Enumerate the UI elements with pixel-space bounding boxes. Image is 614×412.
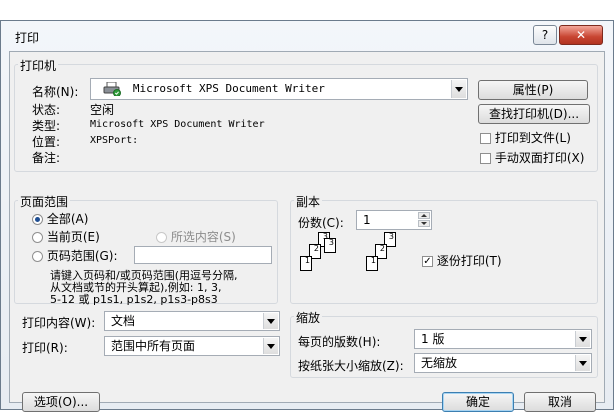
title-bar: 打印 ? ✕ [1, 21, 613, 51]
copies-uncollated-icon: 3 2 1 3 [300, 232, 344, 282]
status-value: 空闲 [90, 103, 115, 117]
where-label: 位置: [32, 135, 61, 149]
manual-duplex-label: 手动双面打印(X) [494, 151, 585, 165]
copies-count-label: 份数(C): [298, 216, 344, 230]
chevron-down-icon[interactable] [263, 338, 278, 354]
radio-button[interactable] [32, 251, 43, 262]
copies-count-input[interactable]: 1 [356, 210, 432, 230]
dialog-title: 打印 [15, 31, 40, 45]
status-label: 状态: [32, 103, 61, 117]
help-button[interactable]: ? [533, 25, 557, 45]
page-range-selection-radio[interactable]: 所选内容(S) [156, 228, 236, 245]
page-range-current-radio[interactable]: 当前页(E) [32, 228, 100, 245]
print-label: 打印(R): [22, 341, 68, 355]
pages-per-sheet-value: 1 版 [421, 332, 445, 346]
page-range-current-label: 当前页(E) [46, 230, 100, 244]
printer-name-label: 名称(N): [32, 85, 79, 99]
radio-button[interactable] [156, 232, 167, 243]
printer-group-label: 打印机 [18, 57, 59, 74]
zoom-group-label: 缩放 [294, 309, 323, 326]
page-range-pages-radio[interactable]: 页码范围(G): [32, 247, 118, 264]
radio-button[interactable] [32, 214, 43, 225]
checkmark-icon[interactable]: ✓ [422, 256, 433, 267]
printer-name-combo[interactable]: Microsoft XPS Document Writer [90, 78, 468, 100]
print-to-file-label: 打印到文件(L) [494, 131, 571, 145]
page-range-pages-label: 页码范围(G): [46, 249, 118, 263]
collate-label: 逐份打印(T) [436, 254, 502, 268]
copies-group-label: 副本 [294, 193, 323, 210]
page-range-input[interactable] [134, 246, 272, 264]
chevron-down-icon[interactable] [575, 355, 590, 371]
print-to-file-checkbox[interactable]: 打印到文件(L) [480, 129, 571, 146]
comment-label: 备注: [32, 151, 61, 165]
chevron-down-icon[interactable] [575, 331, 590, 347]
page-icon: 3 [324, 238, 336, 253]
page-icon: 1 [366, 256, 378, 271]
dialog-client: 打印机 名称(N): Microsoft XPS Document Writer… [9, 51, 605, 412]
print-what-value: 文档 [111, 314, 136, 328]
options-button[interactable]: 选项(O)... [22, 392, 100, 412]
print-what-label: 打印内容(W): [22, 316, 96, 330]
page-range-all-radio[interactable]: 全部(A) [32, 210, 88, 227]
printer-name-value: Microsoft XPS Document Writer [132, 82, 325, 95]
scale-label: 按纸张大小缩放(Z): [298, 359, 404, 373]
chevron-down-icon[interactable] [263, 313, 278, 329]
spin-up-icon[interactable] [418, 212, 430, 219]
collate-checkbox[interactable]: ✓ 逐份打印(T) [422, 252, 502, 269]
copies-count-value: 1 [363, 213, 371, 227]
manual-duplex-checkbox[interactable]: 手动双面打印(X) [480, 149, 584, 166]
find-printer-button[interactable]: 查找打印机(D)... [478, 104, 590, 124]
copies-spinner[interactable] [418, 212, 430, 228]
chevron-down-icon[interactable] [451, 80, 466, 98]
checkbox-box[interactable] [480, 153, 491, 164]
type-value: Microsoft XPS Document Writer [90, 119, 265, 130]
printer-icon [103, 81, 121, 97]
checkbox-box[interactable] [480, 133, 491, 144]
page-icon: 1 [300, 256, 312, 271]
page-range-selection-label: 所选内容(S) [170, 230, 236, 244]
type-label: 类型: [32, 119, 61, 133]
properties-button[interactable]: 属性(P) [478, 80, 588, 100]
where-value: XPSPort: [90, 135, 139, 146]
close-button[interactable]: ✕ [559, 25, 603, 45]
cancel-button[interactable]: 取消 [524, 392, 596, 412]
pages-per-sheet-combo[interactable]: 1 版 [414, 329, 592, 349]
spin-down-icon[interactable] [418, 220, 430, 227]
page-range-hint-line3: 5-12 或 p1s1, p1s2, p1s3-p8s3 [50, 293, 218, 306]
scale-combo[interactable]: 无缩放 [414, 353, 592, 373]
radio-button[interactable] [32, 232, 43, 243]
page-range-all-label: 全部(A) [46, 212, 89, 226]
print-combo[interactable]: 范围中所有页面 [104, 336, 280, 356]
scale-value: 无缩放 [421, 356, 458, 370]
pages-per-sheet-label: 每页的版数(H): [298, 335, 381, 349]
copies-collated-icon: 3 2 1 [366, 232, 410, 282]
print-what-combo[interactable]: 文档 [104, 311, 280, 331]
close-icon: ✕ [575, 28, 587, 42]
ok-button[interactable]: 确定 [442, 392, 514, 412]
print-value: 范围中所有页面 [111, 339, 196, 353]
print-dialog: 打印 ? ✕ 打印机 名称(N): Microsoft XPS Document… [0, 20, 614, 412]
page-range-group-label: 页面范围 [18, 193, 71, 210]
